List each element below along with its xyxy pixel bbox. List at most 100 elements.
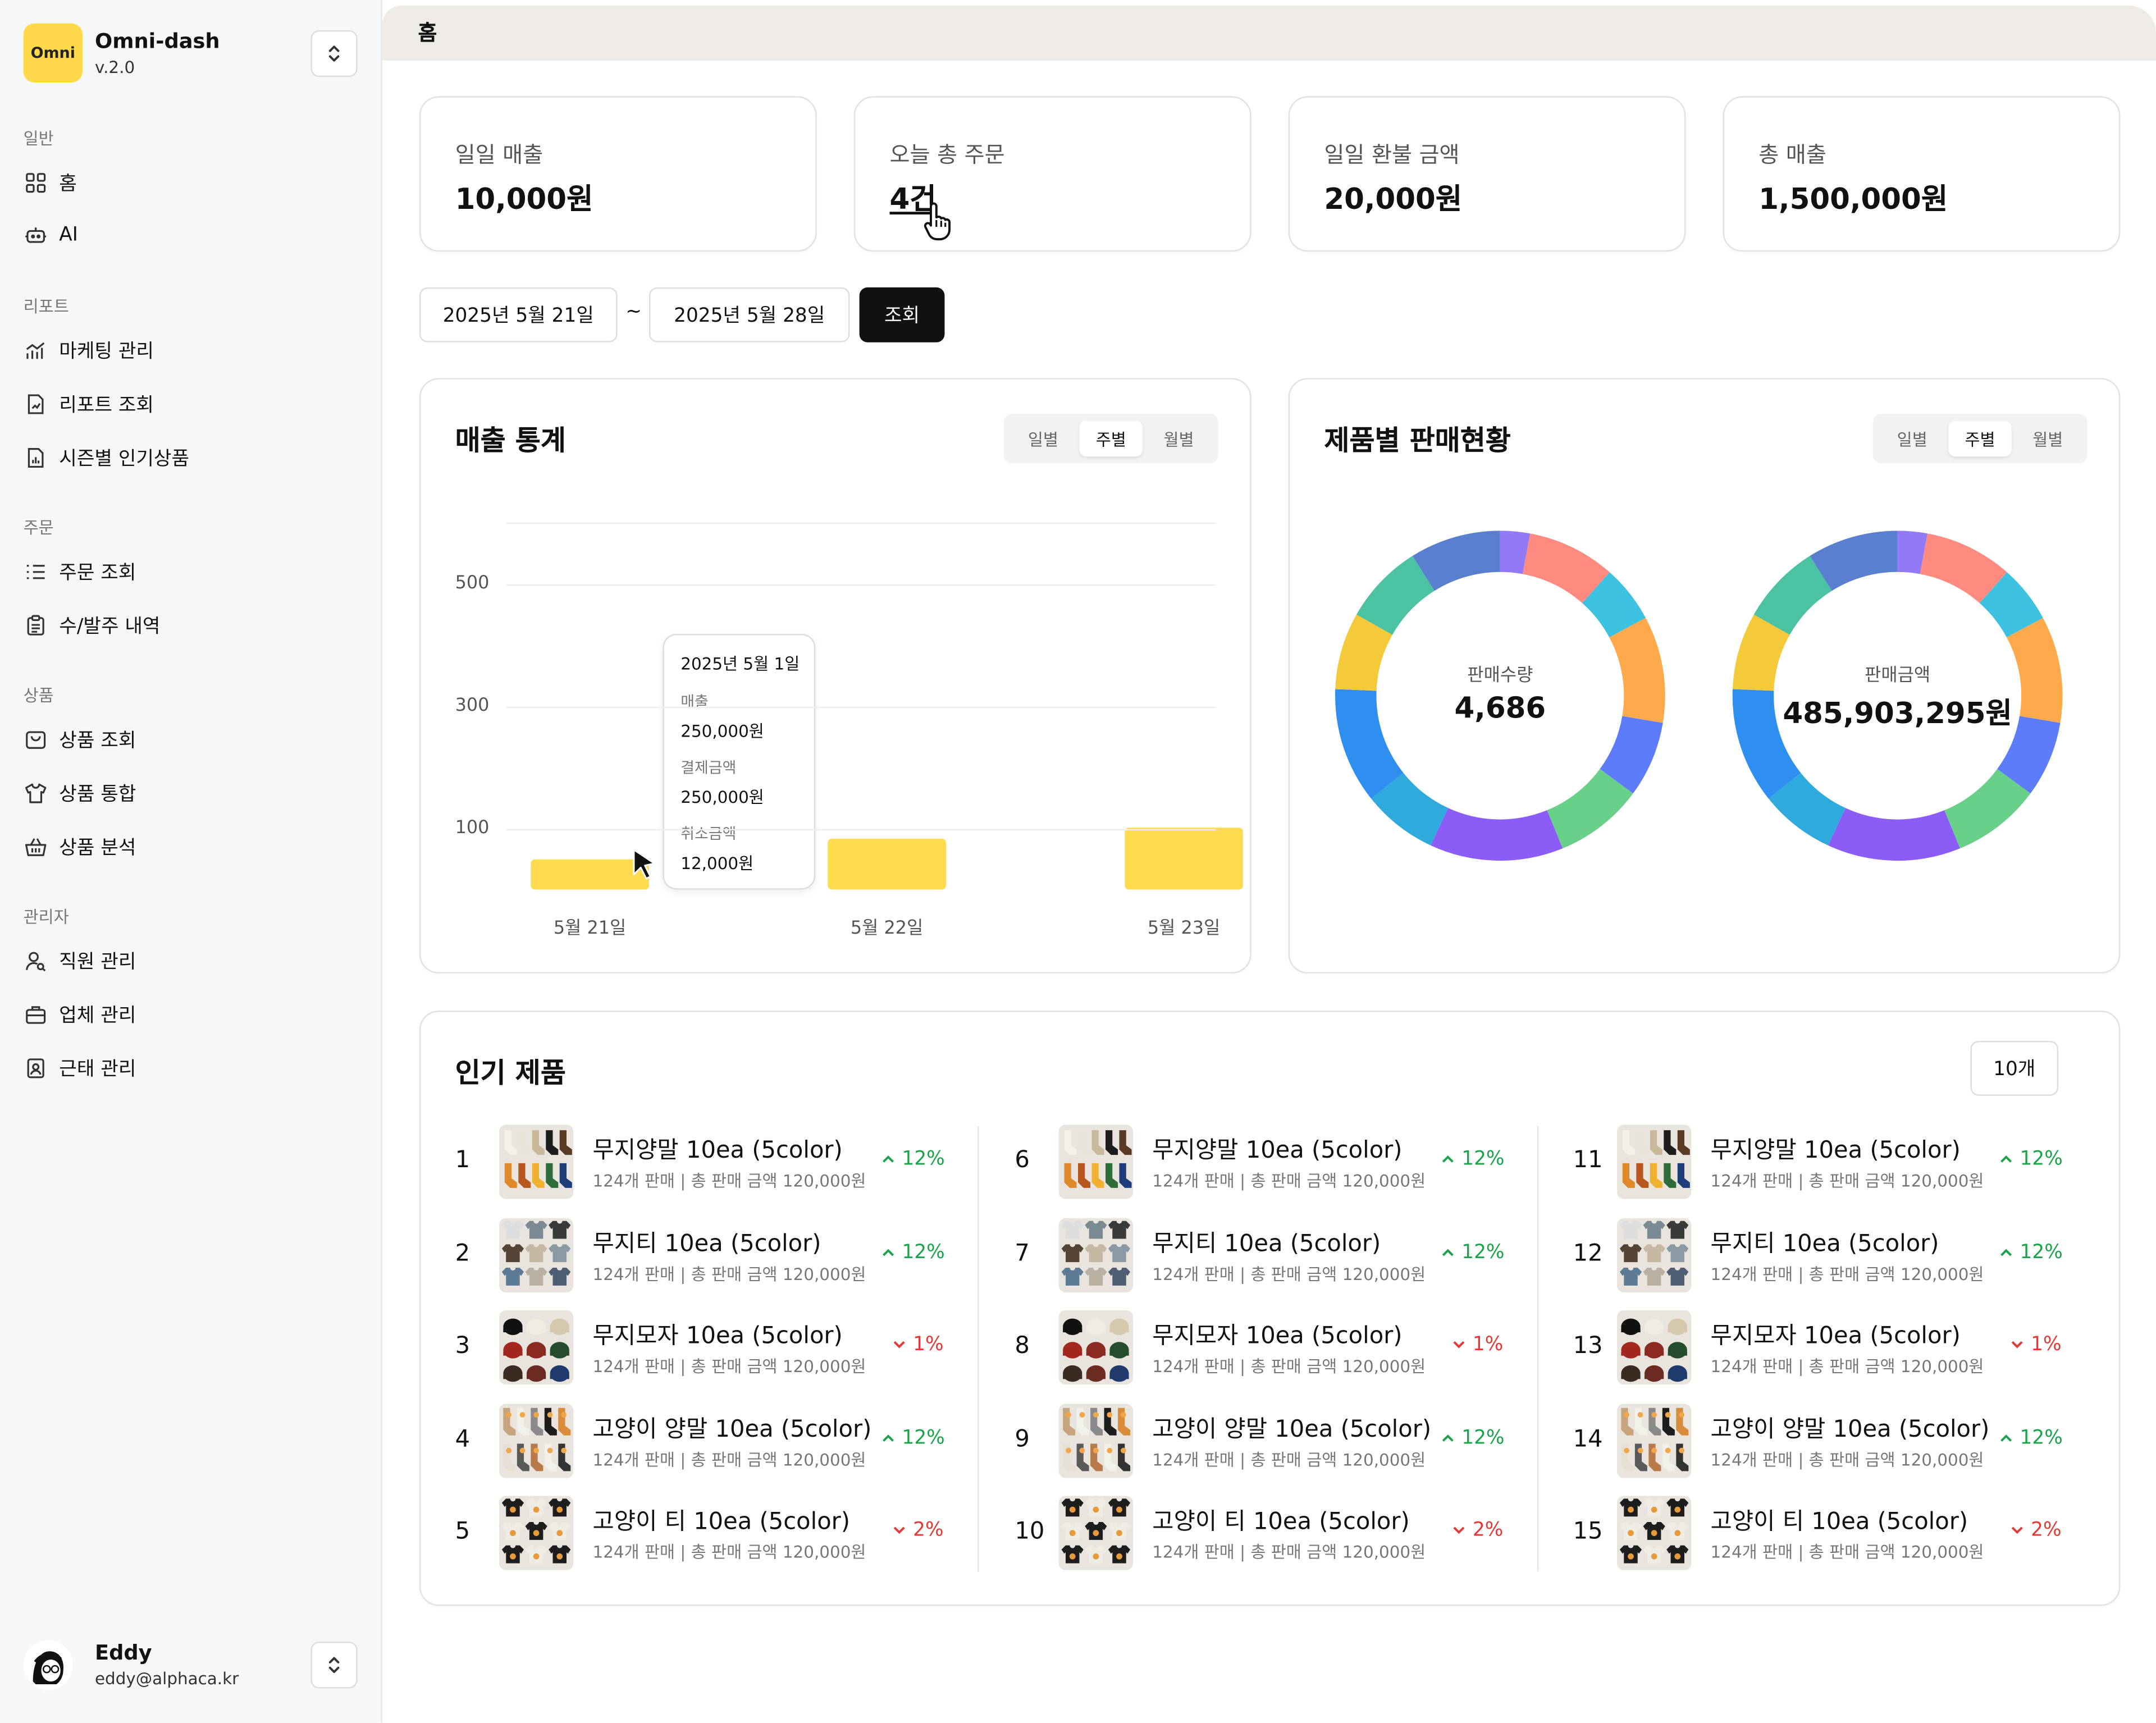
count-select[interactable]: 10개 [1970, 1040, 2059, 1096]
product-name[interactable]: 고양이 양말 10ea (5color) [593, 1409, 872, 1443]
sidebar-item-label: 근태 관리 [59, 1058, 136, 1081]
chevron-up-icon [883, 1434, 894, 1442]
product-name[interactable]: 고양이 양말 10ea (5color) [1711, 1409, 1990, 1443]
sidebar-item-product-view[interactable]: 상품 조회 [24, 726, 136, 753]
list-item[interactable]: 9 고양이 양말 10ea (5color) 124개 판매 | 총 판매 금액 1… [1015, 1402, 1510, 1479]
change-value: 1% [1472, 1333, 1504, 1356]
list-item[interactable]: 13 무지모자 10ea (5color) 124개 판매 | 총 판매 금액 12… [1573, 1309, 2068, 1386]
sidebar-item-attendance[interactable]: 근태 관리 [24, 1054, 136, 1082]
chevron-down-icon [1453, 1341, 1465, 1349]
product-name[interactable]: 무지모자 10ea (5color) [593, 1316, 843, 1350]
sidebar-item-label: 업체 관리 [59, 1005, 136, 1027]
list-item[interactable]: 10 고양이 티 10ea (5color) 124개 판매 | 총 판매 금액 1… [1015, 1495, 1510, 1571]
sidebar-item-purchase-history[interactable]: 수/발주 내역 [24, 612, 161, 639]
product-thumbnail [1617, 1218, 1692, 1293]
tooltip-label: 매출 [680, 693, 709, 711]
sidebar-item-staff[interactable]: 직원 관리 [24, 947, 136, 975]
chevron-up-icon [1442, 1434, 1454, 1442]
change-value: 12% [1461, 1241, 1505, 1264]
sidebar-item-label: 수/발주 내역 [59, 616, 161, 638]
product-name[interactable]: 무지티 10ea (5color) [1711, 1224, 1939, 1258]
product-sales-summary: 124개 판매 | 총 판매 금액 120,000원 [1710, 1450, 1984, 1470]
user-search-icon [24, 949, 47, 973]
product-sales-summary: 124개 판매 | 총 판매 금액 120,000원 [1152, 1265, 1426, 1285]
tab-daily[interactable]: 일별 [1880, 421, 1944, 456]
list-item[interactable]: 8 무지모자 10ea (5color) 124개 판매 | 총 판매 금액 120… [1015, 1309, 1510, 1386]
product-name[interactable]: 무지양말 10ea (5color) [1711, 1130, 1961, 1164]
list-item[interactable]: 12 무지티 10ea (5color) 124개 판매 | 총 판매 금액 120… [1573, 1217, 2068, 1294]
list-item[interactable]: 6 무지양말 10ea (5color) 124개 판매 | 총 판매 금액 120… [1015, 1123, 1510, 1200]
end-date-picker[interactable]: 2025년 5월 28일 [648, 287, 850, 342]
product-name[interactable]: 무지티 10ea (5color) [593, 1224, 821, 1258]
sidebar-item-order-view[interactable]: 주문 조회 [24, 558, 136, 586]
grid-line [506, 706, 1216, 708]
bar[interactable] [828, 838, 946, 890]
start-date-picker[interactable]: 2025년 5월 21일 [419, 287, 618, 342]
product-rank: 7 [1015, 1240, 1030, 1268]
avatar[interactable] [23, 1640, 73, 1690]
chevron-up-down-icon [328, 1657, 340, 1673]
tab-weekly[interactable]: 주별 [1079, 421, 1143, 457]
product-sales-summary: 124개 판매 | 총 판매 금액 120,000원 [592, 1265, 866, 1285]
list-item[interactable]: 1 무지양말 10ea (5color) 124개 판매 | 총 판매 금액 120… [455, 1123, 951, 1200]
product-name[interactable]: 무지모자 10ea (5color) [1711, 1316, 1961, 1350]
sidebar-item-report-view[interactable]: 리포트 조회 [24, 391, 154, 418]
shirt-icon [24, 781, 47, 805]
sidebar-item-label: 마케팅 관리 [59, 341, 154, 363]
hand-pointer-icon [924, 202, 951, 241]
product-name[interactable]: 고양이 양말 10ea (5color) [1152, 1409, 1431, 1443]
card-title: 제품별 판매현황 [1324, 423, 1511, 457]
change-value: 12% [902, 1427, 945, 1450]
query-button[interactable]: 조회 [859, 287, 945, 342]
app-version: v.2.0 [94, 57, 135, 77]
list-item[interactable]: 11 무지양말 10ea (5color) 124개 판매 | 총 판매 금액 12… [1573, 1123, 2068, 1200]
change-value: 1% [913, 1333, 944, 1356]
list-item[interactable]: 15 고양이 티 10ea (5color) 124개 판매 | 총 판매 금액 1… [1573, 1495, 2068, 1571]
list-item[interactable]: 4 고양이 양말 10ea (5color) 124개 판매 | 총 판매 금액 1… [455, 1402, 951, 1479]
product-name[interactable]: 무지모자 10ea (5color) [1152, 1316, 1402, 1350]
product-thumbnail [1617, 1310, 1692, 1385]
tooltip-value: 250,000원 [680, 788, 764, 807]
tab-monthly[interactable]: 월별 [2016, 421, 2080, 456]
sidebar-item-home[interactable]: 홈 [24, 169, 77, 196]
period-tabs: 일별 주별 월별 [1872, 414, 2088, 464]
donut-segment[interactable] [1828, 808, 1960, 861]
product-name[interactable]: 고양이 티 10ea (5color) [1152, 1501, 1410, 1536]
product-rank: 2 [455, 1240, 471, 1268]
card-title: 매출 통계 [455, 423, 566, 457]
list-icon [24, 560, 47, 584]
sidebar-item-product-merge[interactable]: 상품 통합 [24, 780, 136, 807]
workspace-switch-button[interactable] [310, 30, 358, 77]
donut-segment[interactable] [1431, 808, 1563, 861]
bar[interactable] [1125, 827, 1243, 890]
list-item[interactable]: 3 무지모자 10ea (5color) 124개 판매 | 총 판매 금액 120… [455, 1309, 951, 1386]
donut-value: 485,903,295원 [1783, 697, 2012, 730]
sidebar-item-ai[interactable]: AI [24, 223, 78, 246]
section-label-product: 상품 [23, 686, 54, 706]
list-item[interactable]: 5 고양이 티 10ea (5color) 124개 판매 | 총 판매 금액 12… [455, 1495, 951, 1571]
list-item[interactable]: 7 무지티 10ea (5color) 124개 판매 | 총 판매 금액 120,… [1015, 1217, 1510, 1294]
sidebar-item-vendor[interactable]: 업체 관리 [24, 1001, 136, 1029]
tab-weekly[interactable]: 주별 [1948, 421, 2012, 457]
list-item[interactable]: 2 무지티 10ea (5color) 124개 판매 | 총 판매 금액 120,… [455, 1217, 951, 1294]
product-thumbnail [499, 1125, 574, 1199]
product-name[interactable]: 무지티 10ea (5color) [1152, 1224, 1381, 1258]
sidebar-item-season-popular[interactable]: 시즌별 인기상품 [24, 444, 189, 472]
kpi-card-today-orders[interactable]: 오늘 총 주문 4건 [853, 96, 1251, 252]
account-switch-button[interactable] [310, 1642, 358, 1689]
chevron-up-icon [2000, 1155, 2012, 1163]
list-item[interactable]: 14 고양이 양말 10ea (5color) 124개 판매 | 총 판매 금액 … [1573, 1402, 2068, 1479]
product-name[interactable]: 고양이 티 10ea (5color) [593, 1501, 851, 1536]
kpi-value: 1,500,000원 [1758, 182, 1948, 216]
sidebar-item-product-analysis[interactable]: 상품 분석 [24, 833, 136, 861]
app-logo[interactable]: Omni [23, 23, 83, 83]
product-name[interactable]: 무지양말 10ea (5color) [593, 1130, 843, 1164]
tooltip-value: 12,000원 [680, 853, 754, 874]
product-name[interactable]: 무지양말 10ea (5color) [1152, 1130, 1402, 1164]
sidebar-item-marketing[interactable]: 마케팅 관리 [24, 337, 154, 364]
change-value: 2% [913, 1519, 944, 1542]
tab-monthly[interactable]: 월별 [1147, 421, 1211, 456]
card-title: 인기 제품 [455, 1055, 566, 1089]
tab-daily[interactable]: 일별 [1012, 421, 1075, 456]
product-name[interactable]: 고양이 티 10ea (5color) [1711, 1501, 1968, 1536]
